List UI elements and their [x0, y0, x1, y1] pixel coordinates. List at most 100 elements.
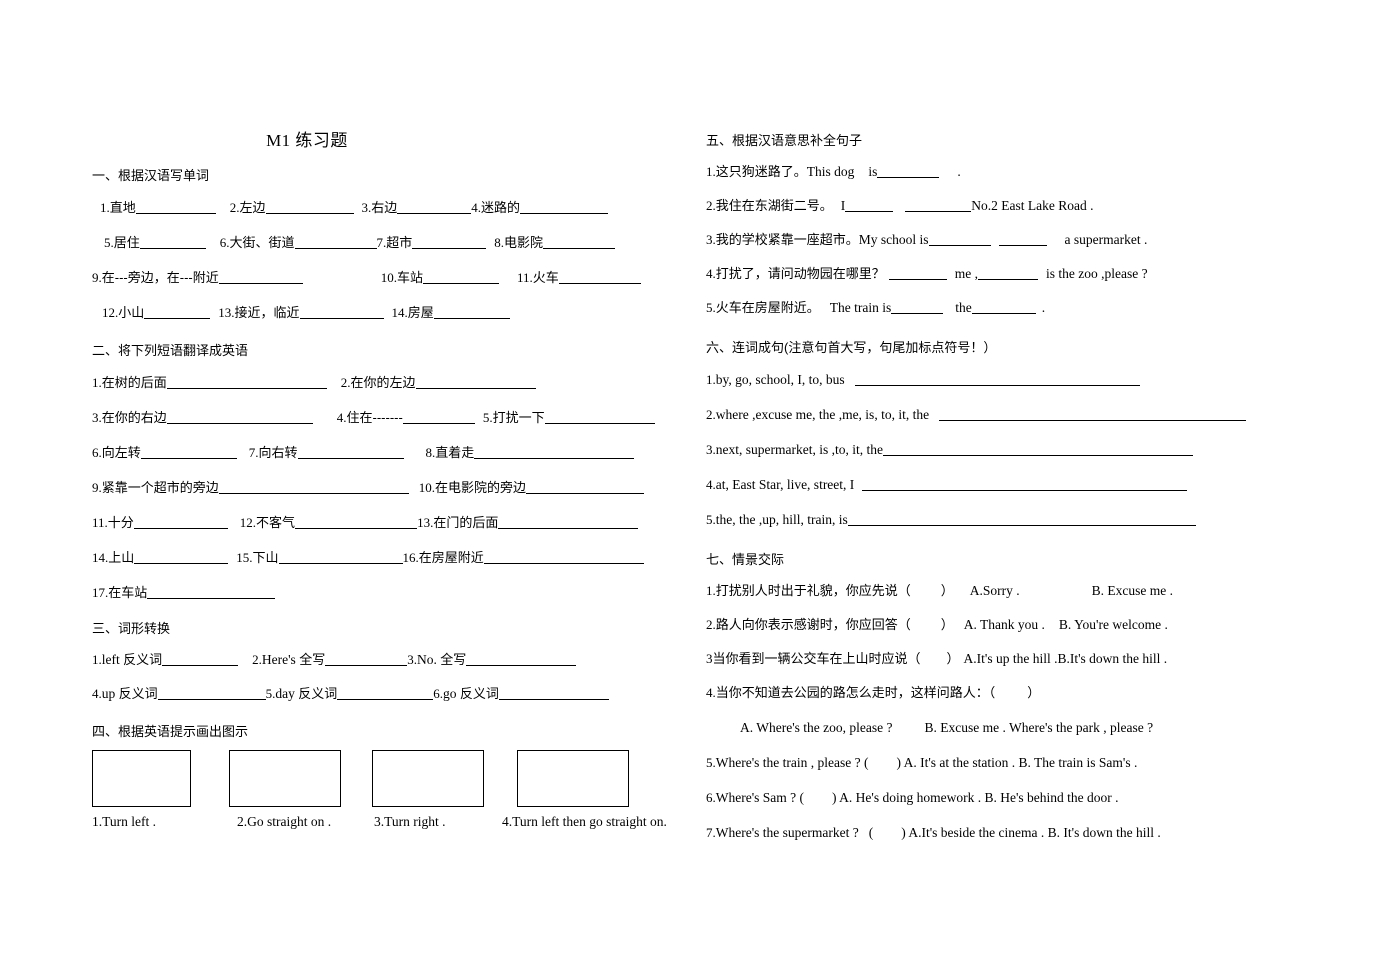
item-number: 9. [92, 270, 102, 285]
item-number: 12. [239, 515, 257, 530]
exercise-row: 3.next, supermarket, is ,to, it, the [706, 432, 1326, 467]
answer-blank[interactable] [299, 305, 384, 319]
exercise-row: 7.Where's the supermarket ? () A.It's bes… [706, 815, 1326, 850]
answer-blank[interactable] [139, 235, 206, 249]
answer-blank[interactable] [423, 270, 499, 284]
exercise-row: 12.小山 13.接近，临近 14.房屋 [92, 295, 692, 330]
item-number: 1. [706, 164, 716, 179]
answer-blank[interactable] [133, 515, 228, 529]
item-number: 1. [92, 375, 102, 390]
item-word: day [275, 686, 299, 701]
answer-blank[interactable] [157, 686, 266, 700]
answer-blank[interactable] [978, 266, 1039, 280]
item-chinese: 打扰了，请问动物园在哪里？ [715, 266, 885, 281]
item-number: 1. [92, 652, 102, 667]
item-number: 5. [265, 686, 276, 701]
item-words: at, East Star, live, street, I [715, 477, 855, 492]
answer-blank[interactable] [433, 305, 510, 319]
answer-blank[interactable] [558, 270, 641, 284]
exercise-row: 2.我住在东湖街二号。 I No.2 East Lake Road . [706, 189, 1326, 223]
answer-blank[interactable] [147, 585, 276, 599]
answer-blank[interactable] [888, 266, 947, 280]
answer-blank[interactable] [295, 515, 418, 529]
exercise-row: 9.紧靠一个超市的旁边 10.在电影院的旁边 [92, 470, 692, 505]
answer-blank[interactable] [162, 652, 239, 666]
answer-blank[interactable] [877, 164, 940, 178]
answer-blank[interactable] [297, 445, 404, 459]
answer-blank[interactable] [140, 445, 237, 459]
answer-blank[interactable] [218, 480, 409, 494]
answer-blank[interactable] [474, 445, 635, 459]
answer-blank[interactable] [526, 480, 645, 494]
answer-blank[interactable] [845, 198, 894, 212]
drawing-box[interactable] [229, 750, 341, 807]
section-5-rows: 1.这只狗迷路了。This dog is. 2.我住在东湖街二号。 I No.2 Eas… [706, 155, 1326, 325]
answer-blank[interactable] [397, 200, 472, 214]
answer-blank[interactable] [402, 410, 475, 424]
answer-blank[interactable] [928, 232, 991, 246]
answer-blank[interactable] [854, 372, 1140, 386]
answer-blank[interactable] [415, 375, 536, 389]
item-label: 在你的左边 [350, 375, 416, 390]
item-number: 4. [706, 477, 716, 492]
section-1-heading: 一、根据汉语写单词 [92, 168, 210, 183]
answer-blank[interactable] [483, 550, 644, 564]
item-words: by, go, school, I, to, bus [715, 372, 845, 387]
answer-blank[interactable] [882, 442, 1193, 456]
answer-blank[interactable] [891, 300, 944, 314]
item-chinese: 火车在房屋附近。 [715, 300, 820, 315]
answer-blank[interactable] [520, 200, 609, 214]
exercise-row: 1.by, go, school, I, to, bus [706, 362, 1326, 397]
answer-blank[interactable] [971, 300, 1036, 314]
drawing-box-caption: 2.Go straight on . [237, 814, 332, 829]
answer-blank[interactable] [337, 686, 434, 700]
item-word: No. [416, 652, 441, 667]
item-label: 不客气 [256, 515, 296, 530]
drawing-box[interactable] [92, 750, 191, 807]
section-2-heading: 二、将下列短语翻译成英语 [92, 343, 249, 358]
answer-blank[interactable] [166, 410, 313, 424]
answer-blank[interactable] [998, 232, 1047, 246]
item-label: 右边 [371, 200, 398, 215]
answer-blank[interactable] [862, 477, 1188, 491]
answer-blank[interactable] [135, 200, 216, 214]
drawing-box-caption: 4.Turn left then go straight on. [502, 814, 667, 829]
exercise-row: 4.当你不知道去公园的路怎么走时，这样问路人：（ ） [706, 676, 1326, 710]
item-number: 6. [706, 790, 716, 805]
answer-option: B. Excuse me . Where's the park , please… [924, 720, 1154, 735]
answer-blank[interactable] [134, 550, 229, 564]
answer-option: A.Sorry . [969, 583, 1020, 598]
answer-blank[interactable] [218, 270, 303, 284]
close-paren: ） [940, 583, 954, 598]
item-label: 直着走 [435, 445, 475, 460]
item-number: 4. [336, 410, 347, 425]
item-chinese: 路人向你表示感谢时，你应回答（ [715, 617, 911, 632]
answer-option: ) A. It's at the station . B. The train … [896, 755, 1138, 770]
item-number: 2. [706, 617, 716, 632]
answer-blank[interactable] [543, 235, 616, 249]
answer-blank[interactable] [294, 235, 377, 249]
answer-blank[interactable] [325, 652, 408, 666]
item-number: 11. [517, 270, 533, 285]
left-column: M1 练习题 一、根据汉语写单词 1.直地 2.左边 3.右边 4.迷路的 5.居住 6.… [92, 126, 692, 836]
exercise-row: 4.打扰了，请问动物园在哪里？ me , is the zoo ,please ? [706, 257, 1326, 291]
answer-blank[interactable] [466, 652, 577, 666]
drawing-box[interactable] [517, 750, 629, 807]
answer-blank[interactable] [939, 407, 1247, 421]
answer-blank[interactable] [498, 686, 609, 700]
answer-blank[interactable] [544, 410, 655, 424]
answer-blank[interactable] [144, 305, 211, 319]
answer-blank[interactable] [265, 200, 354, 214]
item-number: 3. [706, 232, 716, 247]
item-number: 4. [92, 686, 102, 701]
answer-blank[interactable] [278, 550, 403, 564]
answer-blank[interactable] [166, 375, 327, 389]
answer-blank[interactable] [412, 235, 487, 249]
item-word: left [101, 652, 124, 667]
answer-blank[interactable] [498, 515, 639, 529]
answer-blank[interactable] [847, 512, 1196, 526]
drawing-box[interactable] [372, 750, 484, 807]
item-words: where ,excuse me, the ,me, is, to, it, t… [715, 407, 930, 422]
item-number: 11. [92, 515, 108, 530]
answer-blank[interactable] [905, 198, 972, 212]
